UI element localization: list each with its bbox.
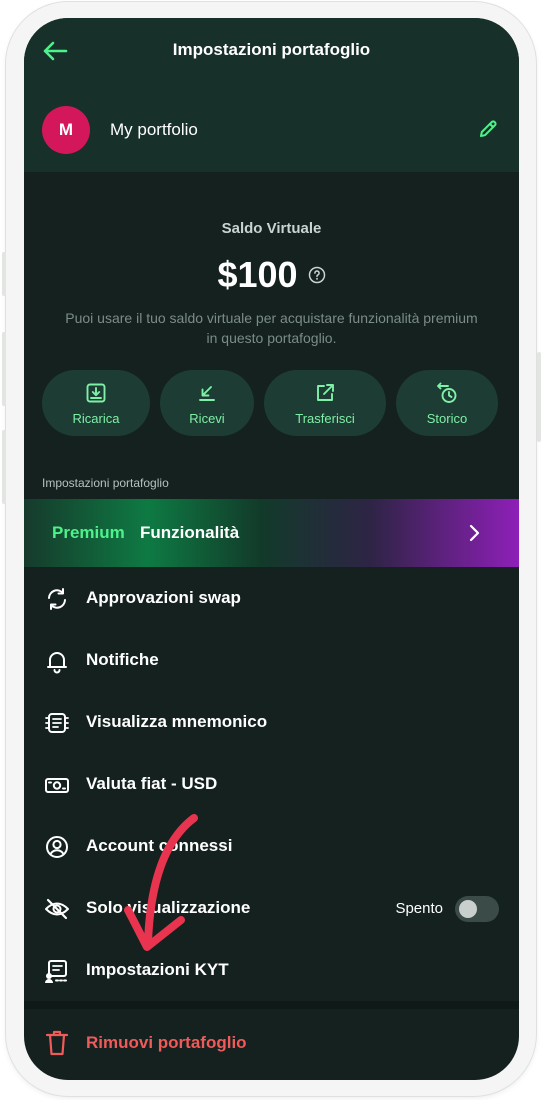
remove-portfolio-button[interactable]: Rimuovi portafoglio	[24, 1011, 519, 1077]
action-storico-button[interactable]: Storico	[396, 370, 498, 436]
deposit-icon	[86, 383, 106, 402]
app-screen: Impostazioni portafoglio M My portfolio …	[24, 18, 519, 1080]
bell-icon	[47, 652, 67, 674]
menu-item-label: Account connessi	[86, 836, 233, 855]
avatar: M	[42, 106, 90, 154]
action-label: Ricarica	[72, 410, 120, 426]
action-ricarica-button[interactable]: Ricarica	[42, 370, 150, 436]
refresh-cycle-icon	[48, 588, 66, 610]
view-only-state: Spento	[395, 900, 443, 917]
menu-item-label: Solo visualizzazione	[86, 898, 251, 917]
menu-item-swap-approvals[interactable]: Approvazioni swap	[24, 568, 519, 630]
phone-volume-down-button	[2, 430, 6, 504]
remove-portfolio-label: Rimuovi portafoglio	[86, 1033, 247, 1052]
phone-side-button	[2, 252, 6, 296]
balance-row: $100	[24, 254, 519, 296]
phone-power-button	[537, 352, 541, 442]
menu-item-label: Approvazioni swap	[86, 588, 241, 607]
menu-item-fiat-currency[interactable]: Valuta fiat - USD	[24, 754, 519, 816]
menu-item-label: Valuta fiat - USD	[86, 774, 218, 793]
premium-features-banner[interactable]: Premium Funzionalità	[24, 499, 519, 567]
menu-item-view-only[interactable]: Solo visualizzazione Spento	[24, 878, 519, 940]
mnemonic-icon	[45, 713, 69, 733]
menu-item-label: Impostazioni KYT	[86, 960, 229, 979]
receive-arrow-icon	[199, 385, 215, 401]
action-label: Ricevi	[189, 410, 225, 426]
phone-volume-up-button	[2, 332, 6, 406]
banknote-icon	[45, 778, 69, 793]
action-label: Storico	[426, 410, 468, 426]
premium-highlight: Premium	[52, 523, 125, 542]
balance-amount: $100	[217, 254, 298, 295]
kyt-icon	[45, 960, 67, 984]
balance-label: Saldo Virtuale	[221, 220, 322, 237]
section-label: Impostazioni portafoglio	[42, 476, 169, 490]
menu-item-notifications[interactable]: Notifiche	[24, 630, 519, 692]
action-trasferisci-button[interactable]: Trasferisci	[264, 370, 386, 436]
help-icon[interactable]	[308, 266, 326, 284]
menu-item-mnemonic[interactable]: Visualizza mnemonico	[24, 692, 519, 754]
eye-off-icon	[45, 898, 69, 920]
header: Impostazioni portafoglio	[24, 18, 519, 84]
portfolio-name: My portfolio	[110, 120, 198, 139]
action-label: Trasferisci	[295, 410, 355, 426]
chevron-right-icon	[469, 524, 480, 542]
menu-item-label: Notifiche	[86, 650, 159, 669]
section-divider	[24, 1001, 519, 1009]
menu-item-label: Visualizza mnemonico	[86, 712, 268, 731]
menu-item-connected-accounts[interactable]: Account connessi	[24, 816, 519, 878]
transfer-out-icon	[317, 383, 334, 401]
edit-pencil-icon[interactable]	[477, 118, 499, 140]
account-circle-icon	[46, 836, 68, 858]
menu-item-kyt-settings[interactable]: Impostazioni KYT	[24, 940, 519, 1002]
balance-description: Puoi usare il tuo saldo virtuale per acq…	[65, 310, 478, 346]
premium-label: Funzionalità	[140, 523, 240, 542]
page-title: Impostazioni portafoglio	[172, 40, 371, 59]
history-clock-icon	[437, 382, 457, 403]
portfolio-row[interactable]: M My portfolio	[24, 84, 519, 172]
toggle-knob	[459, 900, 477, 918]
action-ricevi-button[interactable]: Ricevi	[160, 370, 254, 436]
trash-icon	[45, 1030, 69, 1056]
view-only-toggle[interactable]	[455, 896, 499, 922]
